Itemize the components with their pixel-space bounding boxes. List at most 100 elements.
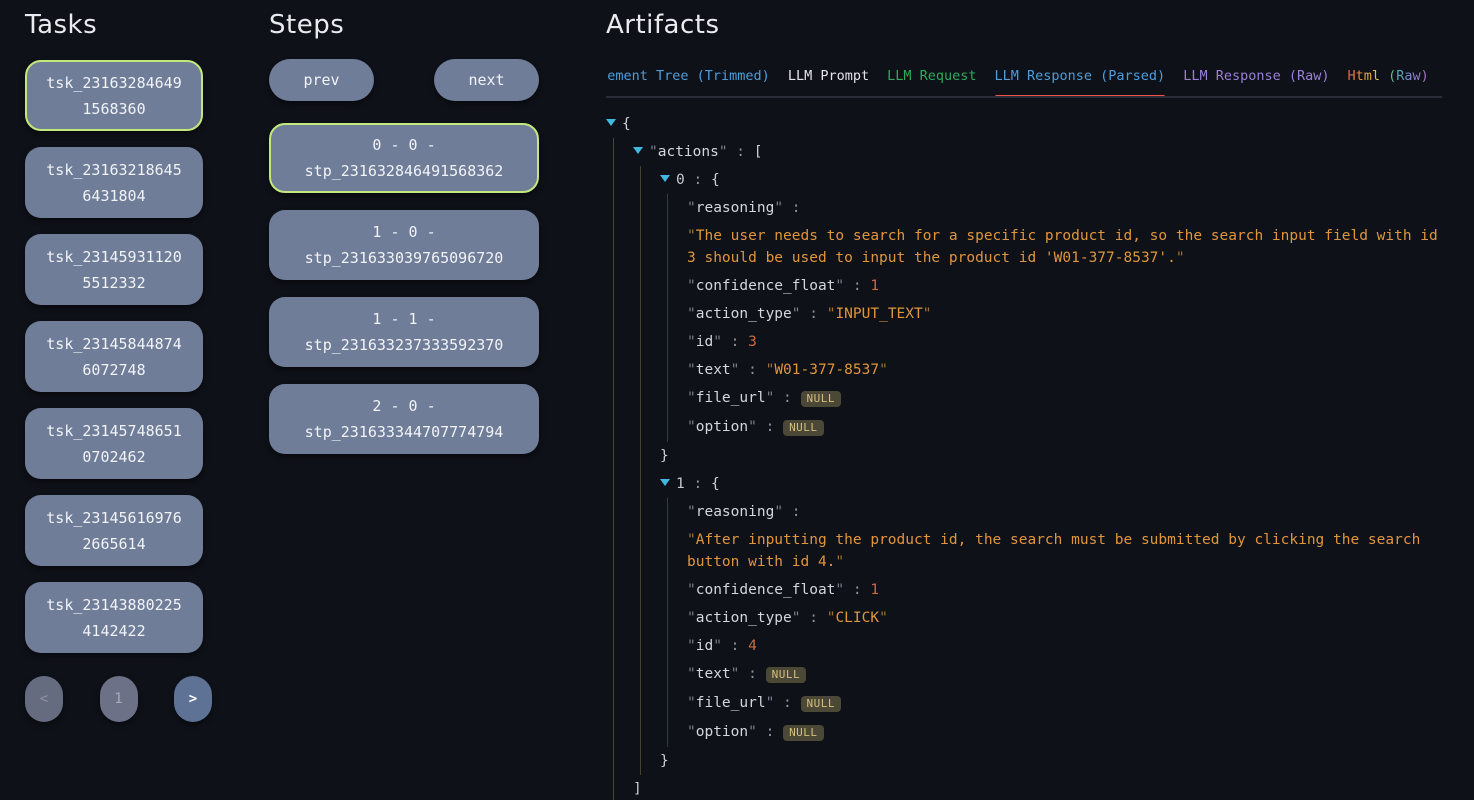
json-key: "action_type" [687, 306, 801, 322]
task-button[interactable]: tsk_231458448746072748 [25, 321, 203, 392]
task-list: tsk_231632846491568360 tsk_23163218645643… [25, 60, 215, 653]
json-colon: : [844, 582, 870, 598]
json-line: "action_type" : "CLICK" [687, 604, 1442, 632]
json-line: "file_url" : NULL [687, 384, 1442, 413]
steps-prev-button[interactable]: prev [269, 59, 374, 101]
json-punctuation: { [711, 172, 720, 188]
json-string-value: "After inputting the product id, the sea… [687, 532, 1420, 570]
steps-nav: prev next [269, 59, 539, 101]
json-colon: : [728, 144, 754, 160]
json-key: "action_type" [687, 610, 801, 626]
task-button[interactable]: tsk_231457486510702462 [25, 408, 203, 479]
json-key: "actions" [649, 144, 728, 160]
artifact-tabs: Element Tree (Trimmed) LLM Prompt LLM Requ… [606, 60, 1442, 98]
tasks-pagination: < 1 > [25, 676, 212, 722]
json-line: "file_url" : NULL [687, 689, 1442, 718]
steps-title: Steps [269, 10, 539, 41]
json-line: "actions" : [ [633, 138, 1442, 166]
json-string-value: "The user needs to search for a specific… [687, 228, 1438, 266]
pagination-prev-button[interactable]: < [25, 676, 63, 722]
json-line: 1 : { [660, 470, 1442, 498]
json-key: "file_url" [687, 390, 774, 406]
json-null-badge: NULL [766, 667, 807, 683]
json-key: "file_url" [687, 695, 774, 711]
collapse-triangle-icon[interactable] [633, 147, 643, 154]
json-punctuation: } [660, 448, 669, 464]
task-button[interactable]: tsk_231632846491568360 [25, 60, 203, 131]
json-punctuation: { [622, 116, 631, 132]
json-key: "confidence_float" [687, 582, 844, 598]
json-line: { [606, 110, 1442, 138]
json-colon: : [783, 200, 800, 216]
json-colon: : [722, 638, 748, 654]
task-button[interactable]: tsk_231459311205512332 [25, 234, 203, 305]
tasks-panel: Tasks tsk_231632846491568360 tsk_23163218… [25, 10, 215, 722]
json-colon: : [774, 695, 800, 711]
json-line: "text" : "W01-377-8537" [687, 356, 1442, 384]
json-number-value: 4 [748, 638, 757, 654]
json-null-badge: NULL [783, 725, 824, 741]
json-array-index: 1 [676, 476, 685, 492]
json-string-value: "INPUT_TEXT" [827, 306, 932, 322]
json-colon: : [844, 278, 870, 294]
step-button[interactable]: 2 - 0 - stp_231633344707774794 [269, 384, 539, 454]
json-punctuation: ] [633, 781, 642, 797]
json-line: "action_type" : "INPUT_TEXT" [687, 300, 1442, 328]
json-colon: : [722, 334, 748, 350]
json-line: "confidence_float" : 1 [687, 272, 1442, 300]
tab-llm-response-parsed[interactable]: LLM Response (Parsed) [995, 60, 1166, 96]
tasks-title: Tasks [25, 10, 215, 41]
json-line: "reasoning" : [687, 498, 1442, 526]
json-colon: : [739, 666, 765, 682]
json-line: } [660, 747, 1442, 775]
json-colon: : [757, 419, 783, 435]
json-indent-block: 0 : {"reasoning" : "The user needs to se… [640, 166, 1442, 775]
json-line: "reasoning" : [687, 194, 1442, 222]
pagination-page-button[interactable]: 1 [100, 676, 138, 722]
json-colon: : [801, 610, 827, 626]
json-key: "confidence_float" [687, 278, 844, 294]
json-colon: : [685, 172, 711, 188]
json-colon: : [739, 362, 765, 378]
tab-html-raw[interactable]: Html (Raw) [1348, 60, 1429, 96]
artifacts-title: Artifacts [606, 10, 1442, 41]
step-button[interactable]: 1 - 1 - stp_231633237333592370 [269, 297, 539, 367]
json-key: "id" [687, 334, 722, 350]
collapse-triangle-icon[interactable] [660, 479, 670, 486]
collapse-triangle-icon[interactable] [660, 175, 670, 182]
tab-llm-response-raw[interactable]: LLM Response (Raw) [1183, 60, 1329, 96]
json-indent-block: "reasoning" : "The user needs to search … [667, 194, 1442, 442]
json-string-value: "W01-377-8537" [766, 362, 888, 378]
json-punctuation: } [660, 753, 669, 769]
json-indent-block: "actions" : [0 : {"reasoning" : "The use… [613, 138, 1442, 800]
json-line: "text" : NULL [687, 660, 1442, 689]
task-button[interactable]: tsk_231632186456431804 [25, 147, 203, 218]
json-string-value: "CLICK" [827, 610, 888, 626]
steps-next-button[interactable]: next [434, 59, 539, 101]
json-number-value: 3 [748, 334, 757, 350]
step-list: 0 - 0 - stp_231632846491568362 1 - 0 - st… [269, 123, 539, 454]
json-punctuation: { [711, 476, 720, 492]
step-button[interactable]: 0 - 0 - stp_231632846491568362 [269, 123, 539, 193]
task-button[interactable]: tsk_231456169762665614 [25, 495, 203, 566]
tab-llm-request[interactable]: LLM Request [887, 60, 976, 96]
json-line: "confidence_float" : 1 [687, 576, 1442, 604]
task-button[interactable]: tsk_231438802254142422 [25, 582, 203, 653]
step-button[interactable]: 1 - 0 - stp_231633039765096720 [269, 210, 539, 280]
json-number-value: 1 [870, 278, 879, 294]
json-line: "id" : 3 [687, 328, 1442, 356]
json-indent-block: "reasoning" : "After inputting the produ… [667, 498, 1442, 747]
artifacts-panel: Artifacts Element Tree (Trimmed) LLM Prom… [606, 10, 1442, 800]
json-punctuation: [ [754, 144, 763, 160]
json-line: "The user needs to search for a specific… [687, 222, 1442, 272]
json-colon: : [685, 476, 711, 492]
json-key: "text" [687, 666, 739, 682]
json-line: "option" : NULL [687, 413, 1442, 442]
collapse-triangle-icon[interactable] [606, 119, 616, 126]
json-null-badge: NULL [783, 420, 824, 436]
tab-llm-prompt[interactable]: LLM Prompt [788, 60, 869, 96]
pagination-next-button[interactable]: > [174, 676, 212, 722]
json-colon: : [783, 504, 800, 520]
tab-element-tree-trimmed[interactable]: Element Tree (Trimmed) [606, 60, 770, 96]
json-key: "text" [687, 362, 739, 378]
